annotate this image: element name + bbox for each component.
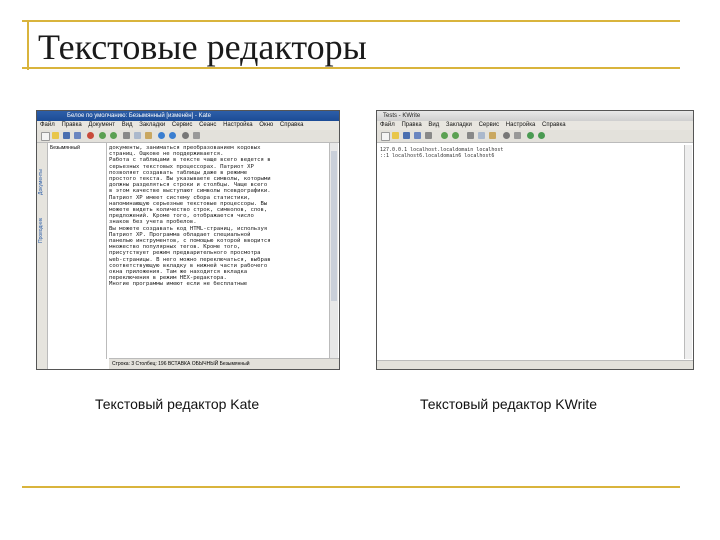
kate-menu-help[interactable]: Справка [280,122,304,128]
kwrite-text-area[interactable]: 127.0.0.1 localhost.localdomain localhos… [380,147,503,159]
kwrite-title-bar: Tests - KWrite [377,111,693,121]
print-icon[interactable] [425,132,432,139]
cut-icon[interactable] [123,132,130,139]
kate-scroll-thumb[interactable] [331,151,337,301]
kwrite-menu-edit[interactable]: Правка [401,122,421,128]
kwrite-menu-settings[interactable]: Настройка [506,122,536,128]
save-icon[interactable] [63,132,70,139]
kwrite-menubar: Файл Правка Вид Закладки Сервис Настройк… [377,121,693,130]
kwrite-scrollbar[interactable] [684,145,692,359]
save-as-icon[interactable] [414,132,421,139]
kwrite-menu-view[interactable]: Вид [428,122,439,128]
kate-side-panel: Документы Проводник [37,143,48,369]
bottom-rule [22,486,680,488]
kate-text-line: Mногие программы имеют если не бесплатны… [109,281,248,288]
kate-toolbar [37,130,339,143]
save-icon[interactable] [403,132,410,139]
kate-file-item[interactable]: Безымянный [48,143,106,153]
kate-screenshot: Белое по умолчанию: Безымянный [изменён]… [36,110,340,370]
kate-menu-settings[interactable]: Настройка [223,122,253,128]
kate-menu-file[interactable]: Файл [40,122,55,128]
redo-icon[interactable] [452,132,459,139]
forward-icon[interactable] [169,132,176,139]
kwrite-menu-help[interactable]: Справка [542,122,566,128]
kate-scrollbar[interactable] [329,143,338,359]
kate-menu-window[interactable]: Окно [259,122,273,128]
slide-title: Текстовые редакторы [38,27,367,67]
kate-menu-session[interactable]: Сеанс [199,122,216,128]
cut-icon[interactable] [467,132,474,139]
open-folder-icon[interactable] [392,132,399,139]
undo-icon[interactable] [441,132,448,139]
save-as-icon[interactable] [74,132,81,139]
kate-menubar: Файл Правка Документ Вид Закладки Сервис… [37,121,339,130]
kate-title-bar: Белое по умолчанию: Безымянный [изменён]… [37,111,339,121]
zoom-in-icon[interactable] [527,132,534,139]
new-file-icon[interactable] [41,132,50,141]
kate-menu-tools[interactable]: Сервис [172,122,193,128]
open-folder-icon[interactable] [52,132,59,139]
kate-menu-view[interactable]: Вид [122,122,133,128]
undo-icon[interactable] [99,132,106,139]
caption-kwrite: Текстовый редактор KWrite [420,396,598,412]
left-rule [27,20,29,70]
find-icon[interactable] [503,132,510,139]
new-file-icon[interactable] [381,132,390,141]
paste-icon[interactable] [489,132,496,139]
copy-icon[interactable] [134,132,141,139]
kate-tab-explorer[interactable]: Проводник [38,218,44,243]
kate-file-list: Безымянный [48,143,107,359]
caption-kate: Текстовый редактор Kate [95,396,260,412]
kwrite-screenshot: Tests - KWrite Файл Правка Вид Закладки … [376,110,694,370]
replace-icon[interactable] [193,132,200,139]
zoom-out-icon[interactable] [538,132,545,139]
close-icon[interactable] [87,132,94,139]
kate-tab-documents[interactable]: Документы [38,169,44,195]
redo-icon[interactable] [110,132,117,139]
kate-menu-edit[interactable]: Правка [61,122,81,128]
kwrite-toolbar [377,130,693,143]
kate-text-area[interactable]: документы, заниматься преобразованием ко… [109,145,329,358]
kate-status-bar: Строка: 3 Столбец: 196 ВСТАВКА ОБЫЧНЫЙ Б… [109,358,339,369]
paste-icon[interactable] [145,132,152,139]
kwrite-menu-bookmarks[interactable]: Закладки [446,122,472,128]
top-rule [22,20,680,22]
kwrite-menu-file[interactable]: Файл [380,122,395,128]
replace-icon[interactable] [514,132,521,139]
kate-menu-bookmarks[interactable]: Закладки [139,122,165,128]
back-icon[interactable] [158,132,165,139]
kwrite-text-line: ::1 localhost6.localdomain6 localhost6 [380,153,495,159]
find-icon[interactable] [182,132,189,139]
kate-menu-document[interactable]: Документ [88,122,115,128]
copy-icon[interactable] [478,132,485,139]
kwrite-menu-tools[interactable]: Сервис [479,122,500,128]
kwrite-status-bar [377,360,693,369]
